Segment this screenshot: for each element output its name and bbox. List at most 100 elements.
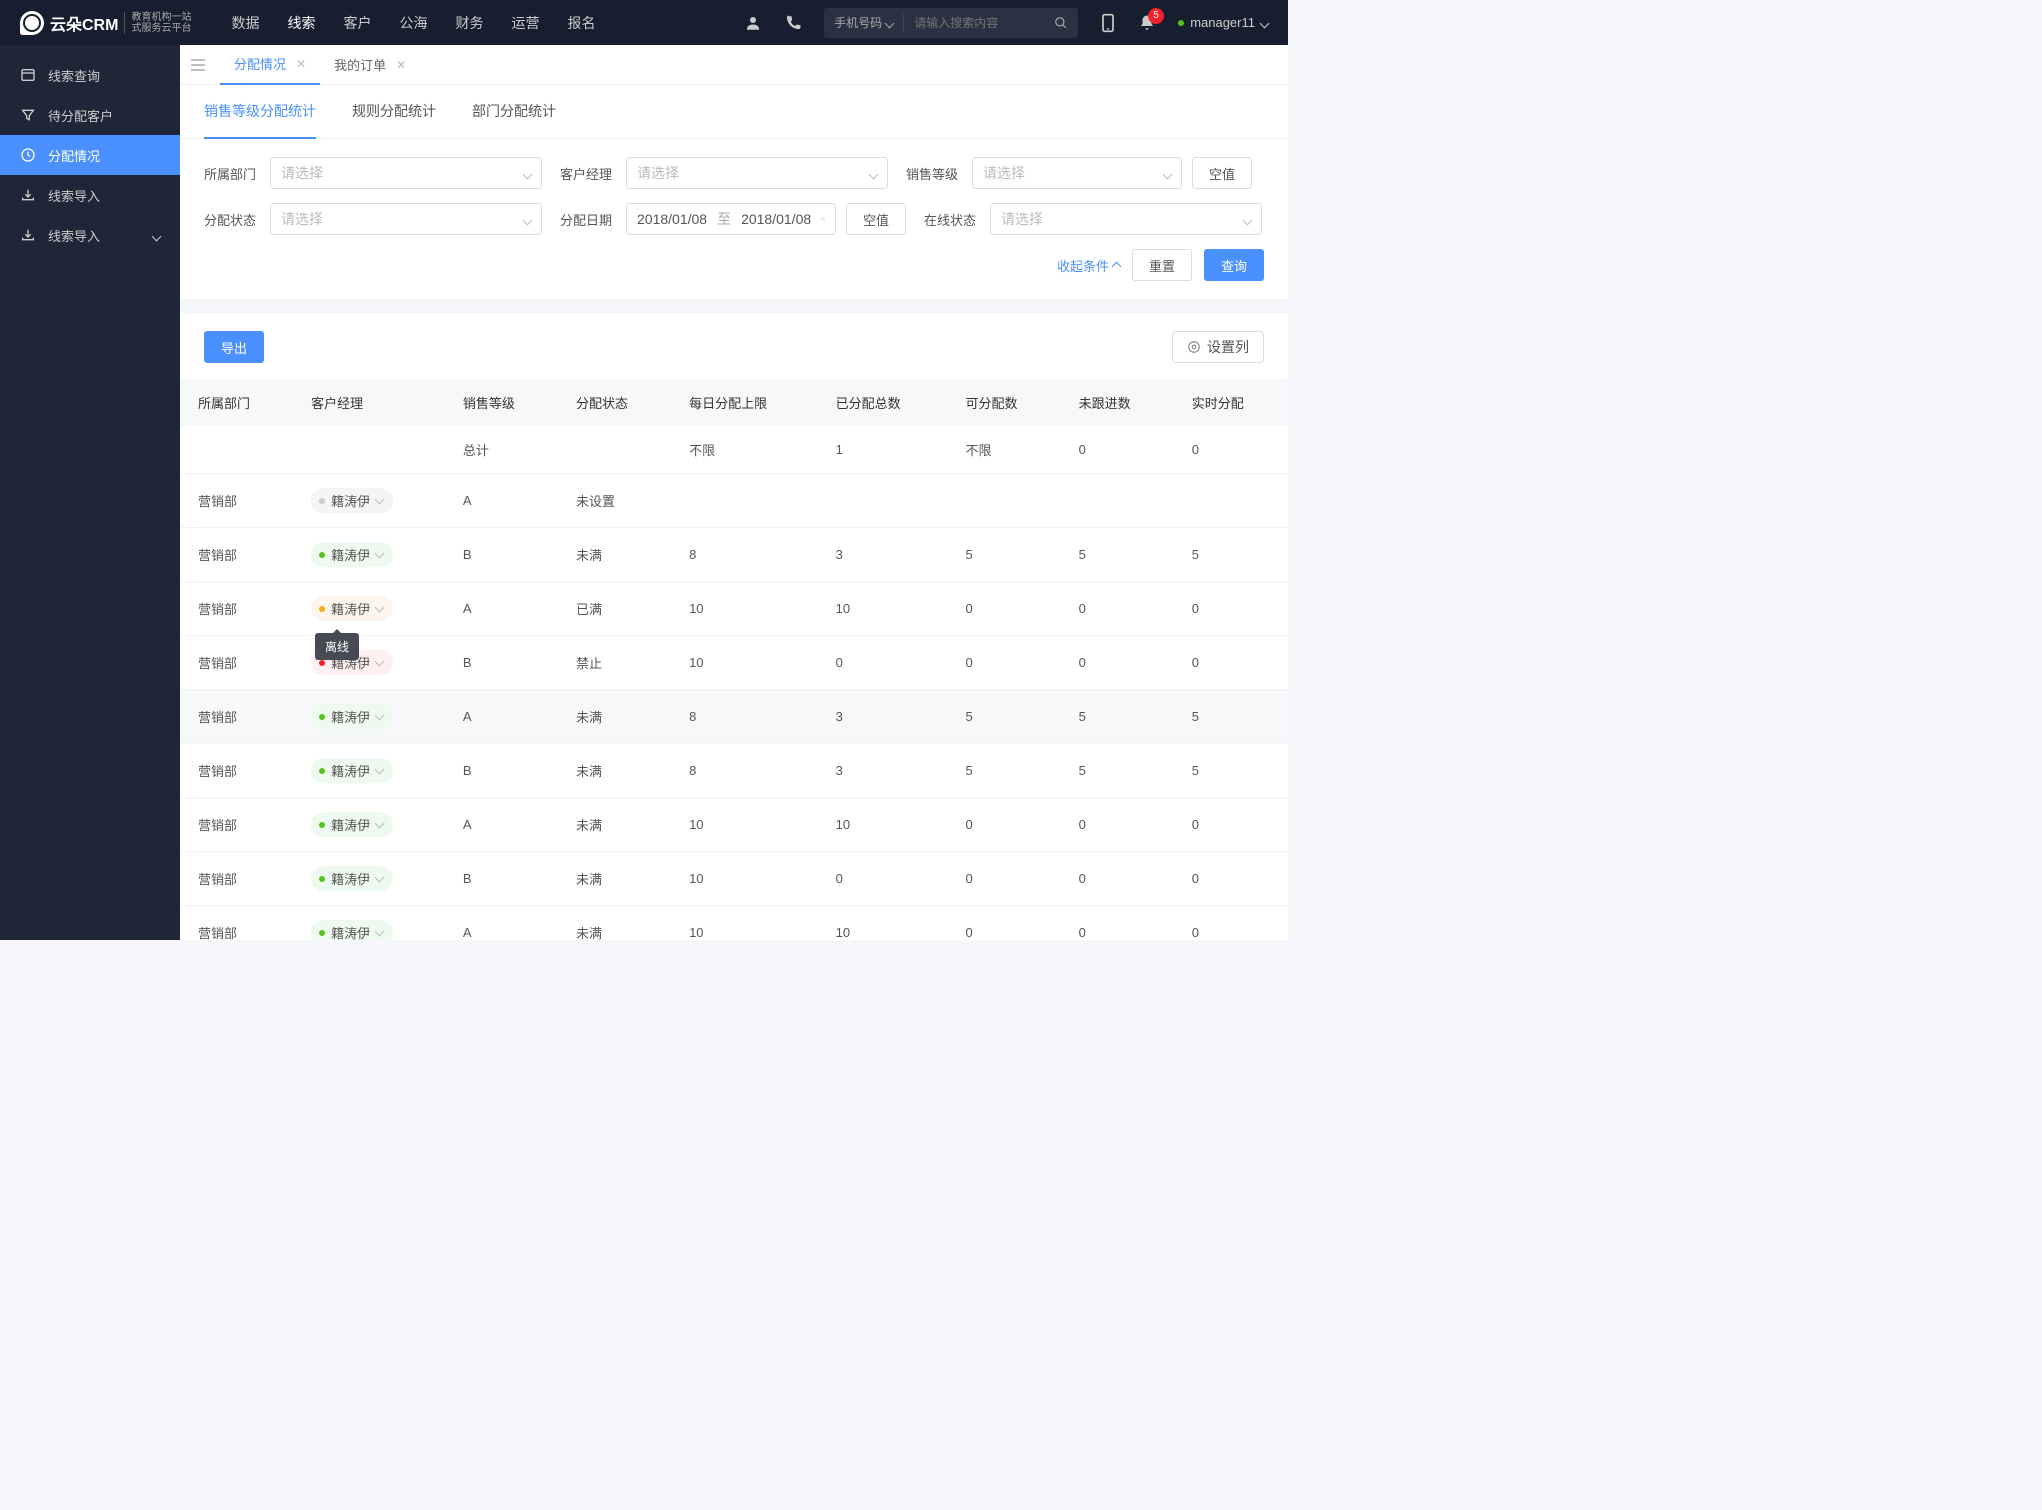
- column-header[interactable]: 已分配总数: [818, 379, 948, 426]
- collapse-icon[interactable]: [190, 58, 206, 72]
- cell-dept: 营销部: [180, 798, 293, 852]
- table-row[interactable]: 营销部籍涛伊A未满101000000: [180, 906, 1288, 941]
- sidebar-item[interactable]: 线索导入: [0, 175, 180, 215]
- status-dot-icon: [319, 822, 325, 828]
- export-button[interactable]: 导出: [204, 331, 264, 363]
- search-type-select[interactable]: 手机号码: [824, 14, 904, 31]
- table-totals-row: 总计不限1不限0000: [180, 426, 1288, 474]
- manager-tag[interactable]: 籍涛伊: [311, 596, 393, 621]
- column-header[interactable]: 销售等级: [445, 379, 558, 426]
- dept-select[interactable]: 请选择: [270, 157, 542, 189]
- cell-level: A: [445, 582, 558, 636]
- manager-tag[interactable]: 籍涛伊: [311, 758, 393, 783]
- chevron-down-icon: [376, 549, 383, 560]
- user-menu[interactable]: manager11: [1178, 15, 1268, 30]
- manager-tag[interactable]: 籍涛伊: [311, 920, 393, 940]
- manager-tag[interactable]: 籍涛伊: [311, 704, 393, 729]
- collapse-filters-link[interactable]: 收起条件: [1057, 256, 1120, 275]
- column-header[interactable]: 实时分配: [1174, 379, 1287, 426]
- column-header[interactable]: 线索手动分配: [1287, 379, 1288, 426]
- topbar: 云朵CRM 教育机构一站 式服务云平台 数据 线索 客户 公海 财务 运营 报名 手机号码: [0, 0, 1288, 45]
- chevron-down-icon: [886, 16, 893, 30]
- online-select[interactable]: 请选择: [990, 203, 1262, 235]
- topnav-item[interactable]: 报名: [567, 13, 595, 33]
- sidebar-item[interactable]: 待分配客户: [0, 95, 180, 135]
- page-tab[interactable]: 分配情况 ✕: [220, 45, 320, 85]
- table-row[interactable]: 营销部籍涛伊B未满10000000: [180, 852, 1288, 906]
- column-header[interactable]: 未跟进数: [1061, 379, 1174, 426]
- sidebar-item-label: 待分配客户: [48, 106, 113, 125]
- reset-button[interactable]: 重置: [1132, 249, 1192, 281]
- table-row[interactable]: 营销部籍涛伊B未满8355555: [180, 528, 1288, 582]
- sidebar-item-label: 线索查询: [48, 66, 100, 85]
- state-select[interactable]: 请选择: [270, 203, 542, 235]
- manager-tag[interactable]: 籍涛伊: [311, 542, 393, 567]
- sidebar-item[interactable]: 线索查询: [0, 55, 180, 95]
- page-tabs: 分配情况 ✕ 我的订单 ✕: [180, 45, 1288, 85]
- cell-level: B: [445, 744, 558, 798]
- online-label: 在线状态: [924, 210, 980, 229]
- cell-dept: 营销部: [180, 582, 293, 636]
- manager-select[interactable]: 请选择: [626, 157, 888, 189]
- table-row[interactable]: 营销部籍涛伊A已满101000000: [180, 582, 1288, 636]
- topnav-item[interactable]: 财务: [455, 13, 483, 33]
- column-header[interactable]: 可分配数: [947, 379, 1060, 426]
- sidebar-item-label: 线索导入: [48, 226, 100, 245]
- table-row[interactable]: 营销部籍涛伊A未设置: [180, 474, 1288, 528]
- phone-icon[interactable]: [784, 14, 802, 32]
- sub-tab[interactable]: 规则分配统计: [352, 85, 436, 138]
- search-input[interactable]: [904, 16, 1044, 30]
- manager-tag[interactable]: 籍涛伊: [311, 488, 393, 513]
- import-icon: [20, 227, 36, 243]
- column-header[interactable]: 分配状态: [558, 379, 671, 426]
- sub-tabs: 销售等级分配统计规则分配统计部门分配统计: [180, 85, 1288, 139]
- cell-status: 未设置: [558, 474, 671, 528]
- sidebar-item[interactable]: 分配情况: [0, 135, 180, 175]
- empty-date-button[interactable]: 空值: [846, 203, 906, 235]
- columns-button[interactable]: 设置列: [1172, 331, 1264, 363]
- chevron-down-icon: [524, 165, 531, 181]
- column-header[interactable]: 每日分配上限: [671, 379, 818, 426]
- topnav-item[interactable]: 客户: [343, 13, 371, 33]
- sub-tab[interactable]: 销售等级分配统计: [204, 85, 316, 139]
- level-select[interactable]: 请选择: [972, 157, 1182, 189]
- status-dot-icon: [319, 876, 325, 882]
- tab-label: 分配情况: [234, 54, 286, 73]
- sidebar-item[interactable]: 线索导入: [0, 215, 180, 255]
- close-icon[interactable]: ✕: [396, 58, 406, 72]
- table-row[interactable]: 营销部籍涛伊A未满8355555: [180, 690, 1288, 744]
- chevron-down-icon: [870, 165, 877, 181]
- empty-level-button[interactable]: 空值: [1192, 157, 1252, 189]
- chevron-up-icon: [1113, 258, 1120, 273]
- logo[interactable]: 云朵CRM 教育机构一站 式服务云平台: [20, 11, 191, 35]
- topnav-item[interactable]: 公海: [399, 13, 427, 33]
- page-tab[interactable]: 我的订单 ✕: [320, 45, 420, 85]
- cell-dept: 营销部: [180, 528, 293, 582]
- cell-status: 已满: [558, 582, 671, 636]
- query-button[interactable]: 查询: [1204, 249, 1264, 281]
- column-header[interactable]: 所属部门: [180, 379, 293, 426]
- cell-level: A: [445, 906, 558, 941]
- topnav-item[interactable]: 数据: [231, 13, 259, 33]
- date-range-picker[interactable]: 2018/01/08 至 2018/01/08: [626, 203, 836, 235]
- tab-label: 我的订单: [334, 55, 386, 74]
- bell-icon[interactable]: 5: [1138, 14, 1156, 32]
- clock-icon: [20, 147, 36, 163]
- cell-dept: 营销部: [180, 636, 293, 690]
- table-row[interactable]: 营销部籍涛伊A未满101000000: [180, 798, 1288, 852]
- cell-status: 未满: [558, 690, 671, 744]
- table-row[interactable]: 营销部籍涛伊B未满8355555: [180, 744, 1288, 798]
- manager-tag[interactable]: 籍涛伊: [311, 812, 393, 837]
- search-button[interactable]: [1044, 16, 1078, 30]
- mobile-icon[interactable]: [1100, 13, 1116, 33]
- topnav-item[interactable]: 运营: [511, 13, 539, 33]
- column-header[interactable]: 客户经理: [293, 379, 445, 426]
- user-icon[interactable]: [744, 14, 762, 32]
- sub-tab[interactable]: 部门分配统计: [472, 85, 556, 138]
- topnav-item[interactable]: 线索: [287, 13, 315, 33]
- manager-tag[interactable]: 籍涛伊: [311, 866, 393, 891]
- list-icon: [20, 67, 36, 83]
- chevron-down-icon: [376, 657, 383, 668]
- close-icon[interactable]: ✕: [296, 57, 306, 71]
- chevron-down-icon: [376, 927, 383, 938]
